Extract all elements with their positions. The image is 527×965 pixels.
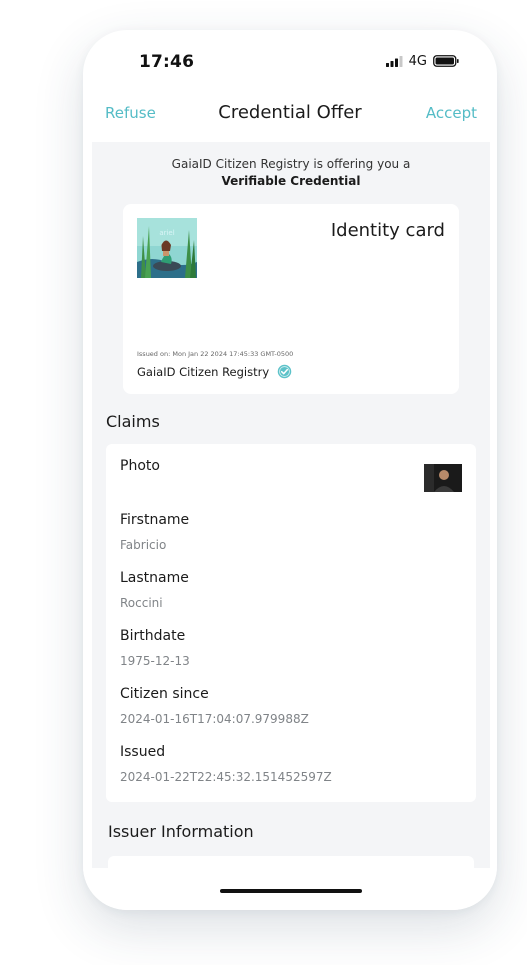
issued-on-date: Issued on: Mon Jan 22 2024 17:45:33 GMT-… — [137, 350, 294, 358]
verified-check-icon — [277, 364, 292, 379]
claim-value-firstname: Fabricio — [120, 538, 167, 552]
offer-credential-type: Verifiable Credential — [221, 174, 361, 188]
issuer-name: GaiaID Citizen Registry — [137, 364, 270, 379]
claims-heading: Claims — [106, 412, 160, 431]
credential-title: Identity card — [330, 220, 445, 241]
issuer-information-heading: Issuer Information — [108, 822, 254, 841]
credential-card[interactable]: ariel Identity card Issued on: Mon Jan 2… — [123, 204, 459, 394]
scroll-content[interactable]: GaiaID Citizen Registry is offering you … — [92, 142, 490, 868]
home-indicator[interactable] — [220, 889, 362, 893]
claim-value-issued: 2024-01-22T22:45:32.151452597Z — [120, 770, 332, 784]
issuer-row: GaiaID Citizen Registry — [137, 364, 292, 379]
phone-frame: 17:46 4G Refuse Credential Offer Accept … — [83, 30, 497, 910]
offer-intro: GaiaID Citizen Registry is offering you … — [171, 157, 411, 171]
claim-label-lastname: Lastname — [120, 570, 189, 586]
offer-message: GaiaID Citizen Registry is offering you … — [92, 156, 490, 190]
profile-photo — [424, 464, 462, 492]
issuer-information-card — [108, 856, 474, 868]
mermaid-illustration-icon: ariel — [137, 218, 197, 278]
status-icons: 4G — [385, 53, 459, 69]
credential-logo: ariel — [137, 218, 197, 278]
claim-value-lastname: Roccini — [120, 596, 163, 610]
bottom-bar — [83, 868, 497, 910]
svg-text:ariel: ariel — [159, 229, 174, 237]
person-photo-icon — [424, 464, 462, 492]
claim-label-photo: Photo — [120, 458, 160, 474]
claim-label-citizen-since: Citizen since — [120, 686, 209, 702]
claim-label-firstname: Firstname — [120, 512, 190, 528]
accept-button[interactable]: Accept — [426, 104, 477, 122]
status-bar: 17:46 4G — [83, 30, 497, 88]
network-label: 4G — [408, 53, 427, 69]
claim-value-birthdate: 1975-12-13 — [120, 654, 190, 668]
claim-label-birthdate: Birthdate — [120, 628, 186, 644]
signal-icon — [385, 55, 403, 67]
claim-label-issued: Issued — [120, 744, 166, 760]
status-time: 17:46 — [139, 52, 195, 72]
battery-icon — [433, 55, 459, 67]
claims-list: Photo Firstname Fabricio Lastname Roccin… — [106, 444, 476, 802]
claim-value-citizen-since: 2024-01-16T17:04:07.979988Z — [120, 712, 309, 726]
nav-bar: Refuse Credential Offer Accept — [83, 98, 497, 132]
